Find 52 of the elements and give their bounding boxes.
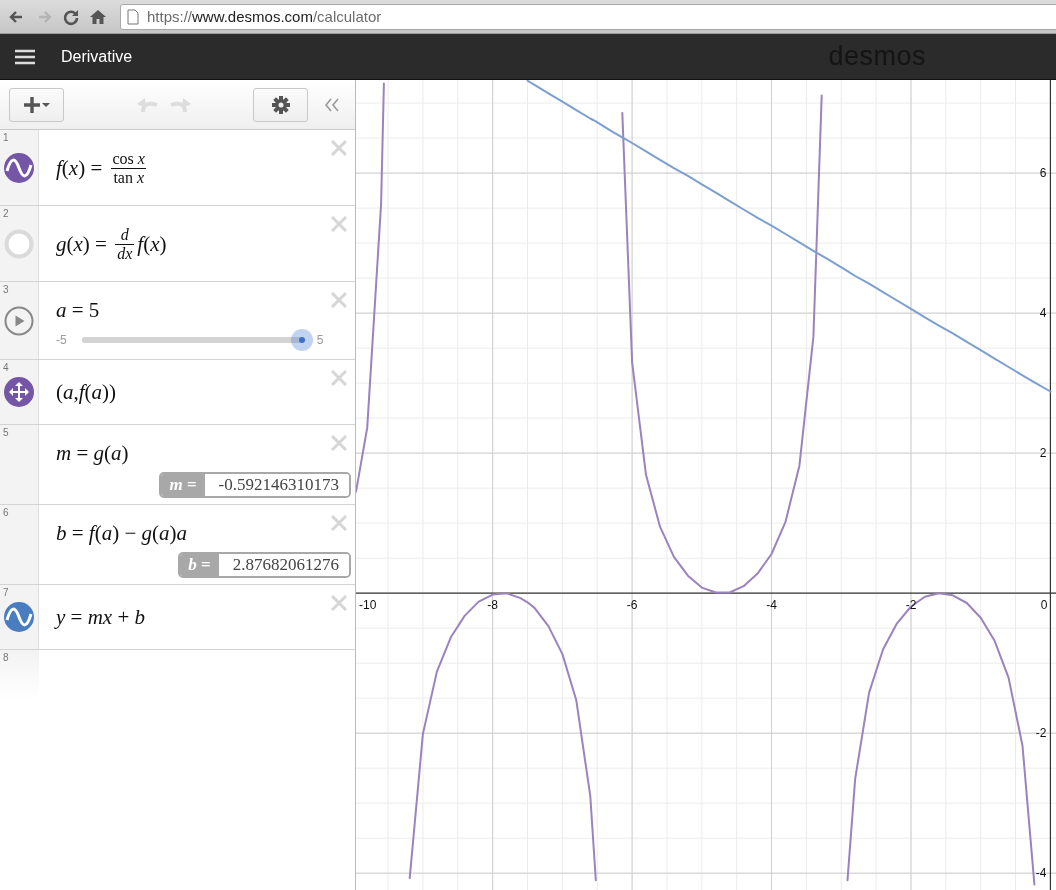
- line-number: 6: [3, 507, 9, 519]
- math-expression[interactable]: b = f(a) − g(a)a: [56, 521, 355, 547]
- page-icon: [127, 8, 139, 25]
- result-value: b = 2.87682061276: [178, 552, 351, 579]
- add-icon[interactable]: [23, 95, 50, 114]
- axis-label: 4: [1039, 306, 1047, 321]
- line-number: 4: [3, 362, 9, 374]
- home-icon[interactable]: [89, 7, 107, 26]
- axis-label: -2: [1035, 726, 1047, 741]
- line-number: 2: [3, 208, 9, 220]
- math-expression[interactable]: a = 5: [56, 298, 355, 324]
- close-icon[interactable]: [331, 292, 347, 309]
- close-icon[interactable]: [331, 370, 347, 387]
- slider-min: -5: [56, 333, 67, 348]
- close-icon[interactable]: [331, 515, 347, 532]
- double-chevron-icon[interactable]: [323, 96, 341, 113]
- axis-label: -2: [905, 598, 917, 613]
- graph-title: Derivative: [61, 47, 133, 66]
- line-number: 7: [3, 587, 9, 599]
- axis-label: -6: [626, 598, 638, 613]
- close-icon[interactable]: [331, 595, 347, 612]
- wave-icon[interactable]: [4, 152, 34, 183]
- axis-label: 0: [1040, 598, 1048, 613]
- address-bar[interactable]: https://www.desmos.com/calculator: [120, 3, 1056, 30]
- slider-thumb[interactable]: [290, 329, 313, 352]
- line-number: 5: [3, 427, 9, 439]
- axis-label: -8: [487, 598, 498, 613]
- line-number: 8: [3, 652, 9, 664]
- axis-label: -10: [359, 598, 377, 613]
- axis-label: -4: [766, 598, 777, 613]
- hidden-circle-icon[interactable]: [4, 228, 34, 259]
- move-icon[interactable]: [4, 377, 34, 408]
- line-number: 3: [3, 284, 9, 296]
- axis-label: -4: [1035, 866, 1047, 881]
- axis-label: 6: [1039, 166, 1047, 181]
- slider-max: 5: [316, 333, 324, 348]
- math-expression[interactable]: y = mx + b: [56, 605, 355, 631]
- close-icon[interactable]: [331, 216, 347, 233]
- settings-button[interactable]: [253, 87, 308, 122]
- line-number: 1: [3, 132, 9, 143]
- play-icon[interactable]: [4, 305, 34, 336]
- math-expression[interactable]: f(x) = cos x tan x: [56, 150, 355, 187]
- axis-label: 2: [1039, 446, 1047, 461]
- add-button[interactable]: [9, 87, 64, 122]
- result-value: m = -0.592146310173: [159, 472, 351, 499]
- wave-icon[interactable]: [4, 602, 34, 633]
- close-icon[interactable]: [331, 140, 347, 156]
- close-icon[interactable]: [331, 435, 347, 452]
- math-expression[interactable]: m = g(a): [56, 441, 355, 467]
- settings-icon[interactable]: [271, 95, 290, 114]
- math-expression[interactable]: (a,f(a)): [56, 380, 355, 406]
- menu-icon[interactable]: [15, 48, 35, 65]
